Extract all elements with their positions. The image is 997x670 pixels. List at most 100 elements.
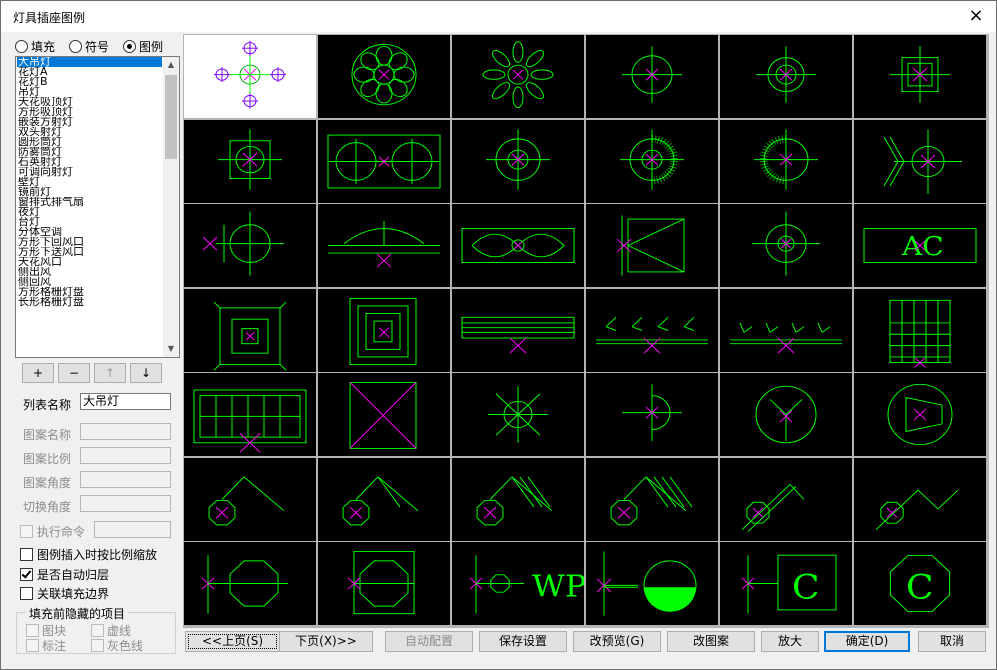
symbol-twin-spot[interactable] [318,119,450,203]
list-item[interactable]: 镜前灯 [17,187,162,197]
pattern-name-input[interactable] [80,423,171,440]
symbol-square-grille[interactable] [854,288,986,372]
next-page-button[interactable]: 下页(X)>> [279,631,373,652]
list-item[interactable]: 防雾筒灯 [17,147,162,157]
symbol-socket-c-box[interactable]: C [720,542,852,625]
list-item[interactable]: 嵌装方射灯 [17,117,162,127]
symbol-switch-1[interactable] [184,457,316,541]
symbol-circle-y[interactable] [720,373,852,456]
list-item[interactable]: 长形格栅灯盘 [17,297,162,307]
list-item[interactable]: 方形格栅灯盘 [17,287,162,297]
list-item[interactable]: 圆形筒灯 [17,137,162,147]
exec-command-input[interactable] [94,521,171,538]
symbol-window-fan[interactable] [452,204,584,287]
symbol-switch-4[interactable] [586,457,718,541]
change-pattern-button[interactable]: 改图案 [667,631,755,652]
list-item[interactable]: 可调向射灯 [17,167,162,177]
list-item[interactable]: 大吊灯 [17,57,162,67]
radio-legend[interactable]: 图例 [123,38,163,55]
symbol-mirror-lamp[interactable] [318,204,450,287]
list-item[interactable]: 花灯A [17,67,162,77]
scroll-up-icon[interactable]: ▲ [163,57,179,73]
pattern-angle-input[interactable] [80,471,171,488]
legend-listbox[interactable]: 大吊灯 花灯A 花灯B 吊灯 天花吸顶灯 方形吸顶灯 嵌装方射灯 双头射灯 圆形筒灯 防雾筒灯 石英… [15,56,180,358]
list-item[interactable]: 天花风口 [17,257,162,267]
hide-gray-line-checkbox[interactable]: 灰色线 [91,637,143,654]
remove-item-button[interactable]: − [58,363,90,383]
symbol-socket-octagon[interactable] [184,542,316,625]
symbol-socket-wp[interactable]: WP [452,542,584,625]
list-name-input[interactable]: 大吊灯 [80,393,171,410]
symbol-downlight[interactable] [452,119,584,203]
symbol-socket-half-fill[interactable] [586,542,718,625]
scroll-down-icon[interactable]: ▼ [163,341,179,357]
exec-command-checkbox[interactable]: 执行命令 [20,523,85,540]
list-item[interactable]: 台灯 [17,217,162,227]
symbol-switch-6[interactable] [854,457,986,541]
symbol-socket-box[interactable] [318,542,450,625]
scale-on-insert-checkbox[interactable]: 图例插入时按比例缩放 [20,546,157,563]
list-item[interactable]: 天花吸顶灯 [17,97,162,107]
symbol-recessed-spot[interactable] [184,119,316,203]
auto-config-button[interactable]: 自动配置 [385,631,473,652]
cancel-button[interactable]: 取消 [918,631,986,652]
list-item[interactable]: 分体空调 [17,227,162,237]
scroll-thumb[interactable] [165,75,177,159]
list-item[interactable]: 方形吸顶灯 [17,107,162,117]
move-up-button[interactable]: ↑ [94,363,126,383]
symbol-night-lamp[interactable] [586,204,718,287]
change-preview-button[interactable]: 改预览(G) [573,631,661,652]
symbol-star-lamp[interactable] [452,373,584,456]
symbol-half-circle-lamp[interactable] [586,373,718,456]
list-item[interactable]: 壁灯 [17,177,162,187]
symbol-ceiling-lamp[interactable] [720,35,852,118]
list-item[interactable]: 花灯B [17,77,162,87]
symbol-linear-vent[interactable] [452,288,584,372]
symbol-side-supply-b[interactable] [720,288,852,372]
auto-layer-checkbox[interactable]: 是否自动归层 [20,566,109,583]
list-item[interactable]: 方形下送风口 [17,247,162,257]
list-item[interactable]: 侧回风 [17,277,162,287]
radio-symbol[interactable]: 符号 [69,38,109,55]
list-item[interactable]: 夜灯 [17,207,162,217]
symbol-side-supply-a[interactable] [586,288,718,372]
symbol-flower-lamp-b[interactable] [452,35,584,118]
symbol-square-ceiling-lamp[interactable] [854,35,986,118]
symbol-pendant-lamp[interactable] [586,35,718,118]
close-icon[interactable]: × [962,3,990,29]
list-item[interactable]: 窗排式排气扇 [17,197,162,207]
zoom-button[interactable]: 放大 [761,631,819,652]
symbol-quartz-spot[interactable] [720,119,852,203]
list-item[interactable]: 石英射灯 [17,157,162,167]
prev-page-button[interactable]: <<上页(S) [185,631,280,652]
list-item[interactable]: 侧出风 [17,267,162,277]
symbol-square-supply-vent[interactable] [318,288,450,372]
symbol-fogproof-downlight[interactable] [586,119,718,203]
move-down-button[interactable]: ↓ [130,363,162,383]
pattern-scale-input[interactable] [80,447,171,464]
hide-dimension-checkbox[interactable]: 标注 [26,637,66,654]
symbol-chandelier[interactable] [184,35,316,118]
symbol-table-lamp[interactable] [720,204,852,287]
list-item[interactable]: 方形下回风口 [17,237,162,247]
save-settings-button[interactable]: 保存设置 [479,631,567,652]
symbol-adjustable-spot[interactable] [854,119,986,203]
symbol-long-grille[interactable] [184,373,316,456]
symbol-wall-lamp[interactable] [184,204,316,287]
symbol-circle-trapezoid[interactable] [854,373,986,456]
symbol-socket-c-octagon[interactable]: C [854,542,986,625]
add-item-button[interactable]: + [22,363,54,383]
switch-angle-input[interactable] [80,495,171,512]
ok-button[interactable]: 确定(D) [824,631,910,652]
symbol-flower-lamp-a[interactable] [318,35,450,118]
symbol-switch-5[interactable] [720,457,852,541]
list-item[interactable]: 吊灯 [17,87,162,97]
symbol-split-ac[interactable]: AC [854,204,986,287]
link-boundary-checkbox[interactable]: 关联填充边界 [20,585,109,602]
symbol-square-return-vent[interactable] [184,288,316,372]
list-item[interactable]: 双头射灯 [17,127,162,137]
symbol-switch-2[interactable] [318,457,450,541]
listbox-scrollbar[interactable]: ▲ ▼ [163,57,179,357]
radio-fill[interactable]: 填充 [15,38,55,55]
symbol-square-x[interactable] [318,373,450,456]
